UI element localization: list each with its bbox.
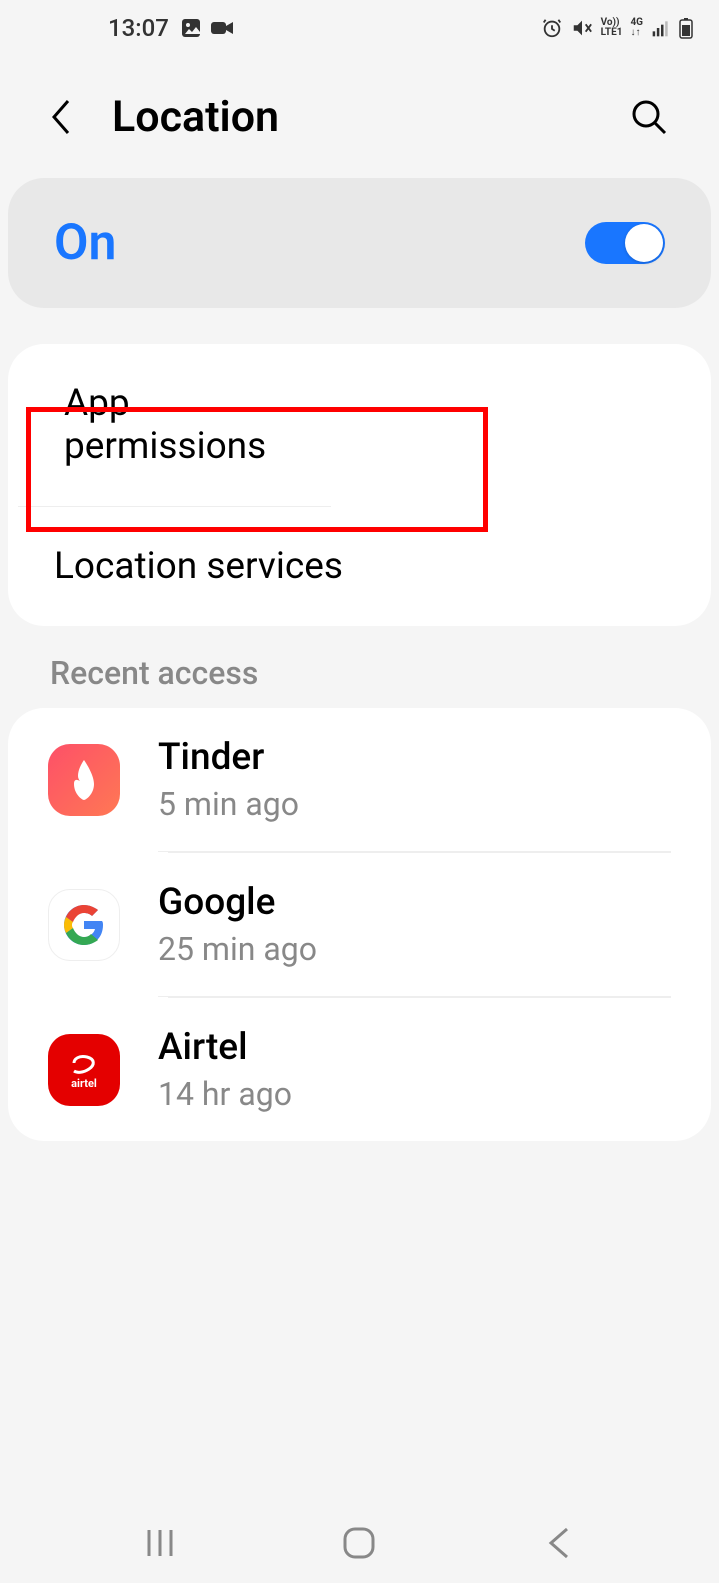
- home-button[interactable]: [329, 1523, 389, 1563]
- status-left: 13:07: [26, 14, 235, 42]
- video-icon: [209, 16, 235, 40]
- app-name: Google: [158, 881, 671, 924]
- toggle-state-label: On: [54, 214, 116, 272]
- recent-app-google[interactable]: Google 25 min ago: [8, 853, 711, 997]
- app-permissions-item[interactable]: App permissions: [18, 344, 331, 507]
- svg-text:airtel: airtel: [71, 1077, 97, 1090]
- navigation-bar: [0, 1523, 719, 1563]
- gallery-icon: [179, 16, 203, 40]
- alarm-icon: [541, 17, 563, 39]
- tinder-app-icon: [48, 744, 120, 816]
- toggle-switch[interactable]: [585, 222, 665, 264]
- app-name: Tinder: [158, 736, 671, 779]
- location-services-item[interactable]: Location services: [8, 507, 711, 626]
- recent-access-card: Tinder 5 min ago Google 25 min ago airte…: [8, 708, 711, 1141]
- app-name: Airtel: [158, 1026, 671, 1069]
- recent-app-airtel[interactable]: airtel Airtel 14 hr ago: [8, 998, 711, 1141]
- recents-button[interactable]: [130, 1523, 190, 1563]
- airtel-app-icon: airtel: [48, 1034, 120, 1106]
- search-icon[interactable]: [629, 97, 669, 137]
- app-access-time: 14 hr ago: [158, 1075, 671, 1113]
- network-icon: 4G↓↑: [630, 18, 643, 38]
- app-access-time: 25 min ago: [158, 930, 671, 968]
- app-access-time: 5 min ago: [158, 785, 671, 823]
- settings-card: App permissions Location services: [8, 344, 711, 626]
- toggle-knob: [625, 224, 663, 262]
- battery-icon: [679, 17, 693, 39]
- back-button[interactable]: [529, 1523, 589, 1563]
- back-icon[interactable]: [50, 97, 74, 137]
- location-toggle-card[interactable]: On: [8, 178, 711, 308]
- status-bar: 13:07 Vo))LTE1 4G↓↑: [0, 0, 719, 52]
- header: Location: [0, 52, 719, 174]
- status-time: 13:07: [108, 14, 169, 42]
- google-app-icon: [48, 889, 120, 961]
- status-right: Vo))LTE1 4G↓↑: [541, 17, 693, 39]
- recent-access-header: Recent access: [0, 626, 719, 708]
- volte-icon: Vo))LTE1: [601, 18, 623, 38]
- page-title: Location: [112, 92, 279, 142]
- signal-icon: [651, 18, 671, 38]
- recent-app-tinder[interactable]: Tinder 5 min ago: [8, 708, 711, 852]
- mute-icon: [571, 17, 593, 39]
